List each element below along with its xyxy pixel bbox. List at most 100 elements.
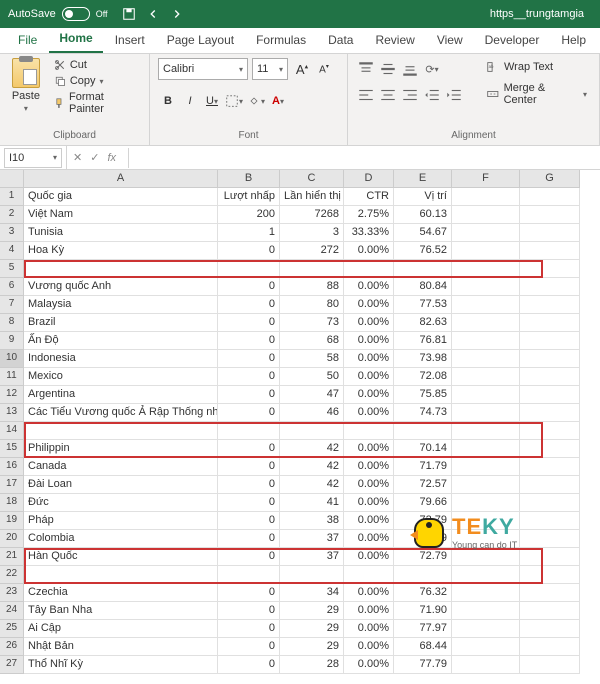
cell-F18[interactable] — [452, 494, 520, 512]
cell-F23[interactable] — [452, 584, 520, 602]
cell-G3[interactable] — [520, 224, 580, 242]
cell-G25[interactable] — [520, 620, 580, 638]
column-header-A[interactable]: A — [24, 170, 218, 188]
cell-E20[interactable]: 72.79 — [394, 530, 452, 548]
cell-D8[interactable]: 0.00% — [344, 314, 394, 332]
cell-C3[interactable]: 3 — [280, 224, 344, 242]
cell-B12[interactable]: 0 — [218, 386, 280, 404]
cell-G9[interactable] — [520, 332, 580, 350]
cell-E24[interactable]: 71.90 — [394, 602, 452, 620]
cell-G2[interactable] — [520, 206, 580, 224]
cell-B17[interactable]: 0 — [218, 476, 280, 494]
cut-button[interactable]: Cut — [50, 58, 141, 72]
cell-F4[interactable] — [452, 242, 520, 260]
row-header-26[interactable]: 26 — [0, 638, 24, 656]
cell-F17[interactable] — [452, 476, 520, 494]
cell-F5[interactable] — [452, 260, 520, 278]
cell-A24[interactable]: Tây Ban Nha — [24, 602, 218, 620]
decrease-font-button[interactable]: A▾ — [314, 58, 334, 80]
cell-F9[interactable] — [452, 332, 520, 350]
cell-C21[interactable]: 37 — [280, 548, 344, 566]
cell-D1[interactable]: CTR — [344, 188, 394, 206]
cell-A11[interactable]: Mexico — [24, 368, 218, 386]
fill-color-button[interactable]: ▾ — [246, 90, 266, 112]
cell-A5[interactable] — [24, 260, 218, 278]
cell-E12[interactable]: 75.85 — [394, 386, 452, 404]
cell-B25[interactable]: 0 — [218, 620, 280, 638]
cell-E21[interactable]: 72.79 — [394, 548, 452, 566]
row-header-13[interactable]: 13 — [0, 404, 24, 422]
cell-D3[interactable]: 33.33% — [344, 224, 394, 242]
column-header-F[interactable]: F — [452, 170, 520, 188]
cell-E9[interactable]: 76.81 — [394, 332, 452, 350]
cell-D2[interactable]: 2.75% — [344, 206, 394, 224]
cell-E23[interactable]: 76.32 — [394, 584, 452, 602]
row-header-22[interactable]: 22 — [0, 566, 24, 584]
cell-B9[interactable]: 0 — [218, 332, 280, 350]
cancel-formula-icon[interactable]: ✕ — [73, 151, 82, 164]
cell-F8[interactable] — [452, 314, 520, 332]
enter-formula-icon[interactable]: ✓ — [90, 151, 99, 164]
cell-C17[interactable]: 42 — [280, 476, 344, 494]
tab-review[interactable]: Review — [365, 28, 424, 53]
cell-E11[interactable]: 72.08 — [394, 368, 452, 386]
font-color-button[interactable]: A▾ — [268, 90, 288, 112]
cell-D19[interactable]: 0.00% — [344, 512, 394, 530]
cell-G20[interactable] — [520, 530, 580, 548]
cell-G12[interactable] — [520, 386, 580, 404]
cell-D13[interactable]: 0.00% — [344, 404, 394, 422]
cell-C5[interactable] — [280, 260, 344, 278]
cell-B3[interactable]: 1 — [218, 224, 280, 242]
cell-C2[interactable]: 7268 — [280, 206, 344, 224]
cell-C16[interactable]: 42 — [280, 458, 344, 476]
cell-F25[interactable] — [452, 620, 520, 638]
cell-F14[interactable] — [452, 422, 520, 440]
italic-button[interactable]: I — [180, 90, 200, 112]
row-header-7[interactable]: 7 — [0, 296, 24, 314]
select-all-corner[interactable] — [0, 170, 24, 188]
row-header-19[interactable]: 19 — [0, 512, 24, 530]
cell-E19[interactable]: 72.79 — [394, 512, 452, 530]
row-header-15[interactable]: 15 — [0, 440, 24, 458]
cell-E17[interactable]: 72.57 — [394, 476, 452, 494]
cell-D7[interactable]: 0.00% — [344, 296, 394, 314]
cell-G5[interactable] — [520, 260, 580, 278]
cell-C25[interactable]: 29 — [280, 620, 344, 638]
cell-G23[interactable] — [520, 584, 580, 602]
row-header-24[interactable]: 24 — [0, 602, 24, 620]
cell-B20[interactable]: 0 — [218, 530, 280, 548]
cell-F27[interactable] — [452, 656, 520, 674]
cell-C6[interactable]: 88 — [280, 278, 344, 296]
cell-B6[interactable]: 0 — [218, 278, 280, 296]
cell-G6[interactable] — [520, 278, 580, 296]
cell-D18[interactable]: 0.00% — [344, 494, 394, 512]
format-painter-button[interactable]: Format Painter — [50, 90, 141, 116]
cell-G17[interactable] — [520, 476, 580, 494]
row-header-9[interactable]: 9 — [0, 332, 24, 350]
row-header-27[interactable]: 27 — [0, 656, 24, 674]
cell-G10[interactable] — [520, 350, 580, 368]
cell-F1[interactable] — [452, 188, 520, 206]
merge-center-button[interactable]: Merge & Center ▾ — [482, 80, 591, 108]
cell-B22[interactable] — [218, 566, 280, 584]
cell-E15[interactable]: 70.14 — [394, 440, 452, 458]
cell-F6[interactable] — [452, 278, 520, 296]
cell-D6[interactable]: 0.00% — [344, 278, 394, 296]
orientation-button[interactable]: ⟳▾ — [422, 58, 442, 80]
cell-C18[interactable]: 41 — [280, 494, 344, 512]
cell-E18[interactable]: 79.66 — [394, 494, 452, 512]
cell-A25[interactable]: Ai Cập — [24, 620, 218, 638]
cell-G1[interactable] — [520, 188, 580, 206]
cell-F12[interactable] — [452, 386, 520, 404]
row-header-3[interactable]: 3 — [0, 224, 24, 242]
cell-G7[interactable] — [520, 296, 580, 314]
cell-D21[interactable]: 0.00% — [344, 548, 394, 566]
cell-E16[interactable]: 71.79 — [394, 458, 452, 476]
underline-button[interactable]: U▾ — [202, 90, 222, 112]
cell-C19[interactable]: 38 — [280, 512, 344, 530]
cell-G15[interactable] — [520, 440, 580, 458]
cell-G8[interactable] — [520, 314, 580, 332]
cell-A12[interactable]: Argentina — [24, 386, 218, 404]
row-header-25[interactable]: 25 — [0, 620, 24, 638]
cell-E7[interactable]: 77.53 — [394, 296, 452, 314]
